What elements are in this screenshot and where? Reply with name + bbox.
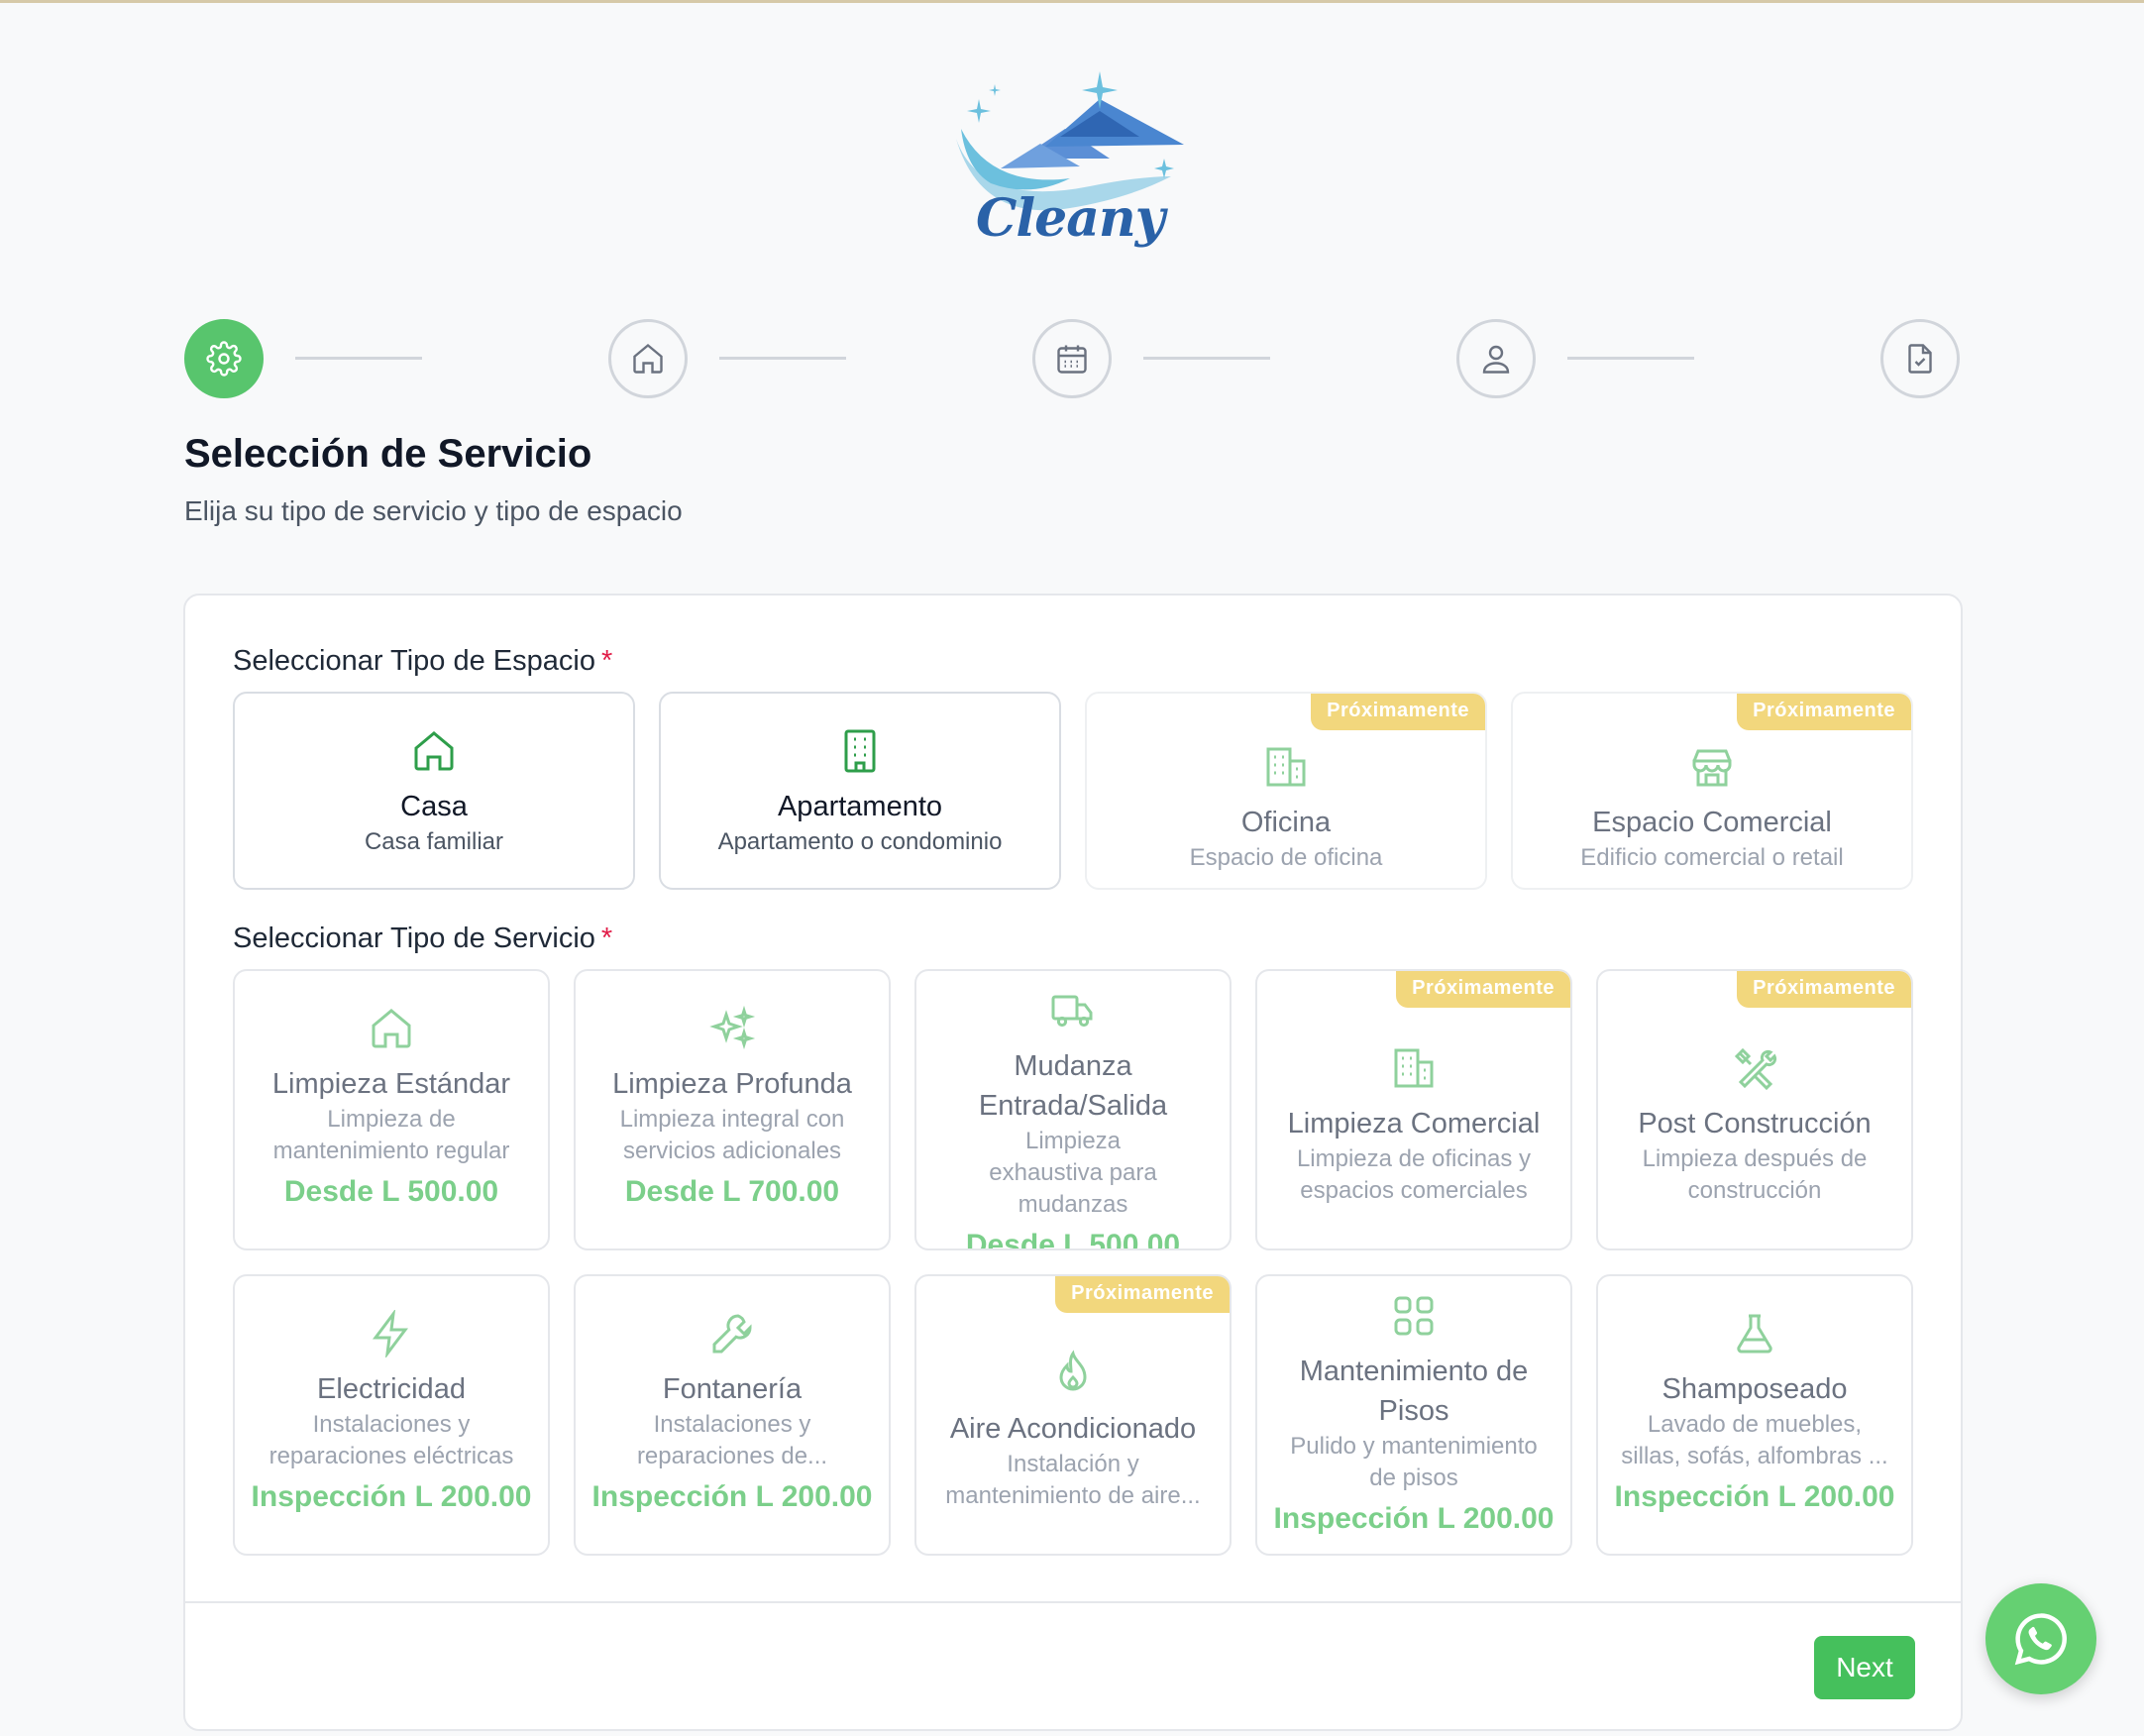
step-connector [295, 357, 422, 360]
whatsapp-button[interactable] [1985, 1583, 2096, 1694]
space-type-label: Seleccionar Tipo de Espacio * [233, 645, 612, 678]
lightning-icon [368, 1308, 415, 1359]
whatsapp-icon [2014, 1613, 2067, 1666]
home-icon [410, 727, 458, 775]
coming-soon-badge: Próximamente [1737, 694, 1911, 730]
service-option-price: Desde L 500.00 [283, 1175, 499, 1208]
step-property[interactable] [608, 319, 688, 398]
service-option-subtitle: Lavado de muebles, sillas, sofás, alfomb… [1621, 1411, 1888, 1469]
space-option-subtitle: Casa familiar [364, 828, 504, 855]
user-icon [1482, 345, 1510, 374]
coming-soon-badge: Próximamente [1311, 694, 1485, 730]
card-footer-divider [185, 1601, 1961, 1603]
service-option-subtitle: Limpieza de oficinas y espacios comercia… [1296, 1145, 1532, 1204]
service-option-price: Inspección L 200.00 [251, 1480, 532, 1513]
progress-stepper [184, 319, 1960, 398]
coming-soon-badge: Próximamente [1396, 971, 1570, 1008]
service-option-post-construccion[interactable]: Próximamente Post Construcción Limpieza … [1596, 969, 1913, 1250]
office-building-icon [1262, 743, 1310, 791]
service-selection-card: Seleccionar Tipo de Espacio * Casa Casa f… [183, 594, 1963, 1731]
gear-icon [206, 341, 242, 377]
step-connector [1143, 357, 1270, 360]
service-option-title: Electricidad [317, 1373, 466, 1405]
flame-icon [1049, 1350, 1097, 1397]
service-option-title: Post Construcción [1638, 1108, 1872, 1139]
step-service[interactable] [184, 319, 264, 398]
store-icon [1688, 743, 1736, 791]
next-button[interactable]: Next [1814, 1636, 1915, 1699]
space-option-subtitle: Apartamento o condominio [717, 828, 1003, 855]
flask-icon [1731, 1310, 1778, 1357]
page-subtitle: Elija su tipo de servicio y tipo de espa… [184, 495, 683, 526]
service-option-price: Desde L 500.00 [965, 1229, 1181, 1250]
sparkles-icon [708, 1005, 756, 1052]
service-option-title: Aire Acondicionado [949, 1413, 1197, 1445]
home-icon [633, 343, 663, 374]
service-option-mudanza[interactable]: Mudanza Entrada/Salida Limpieza exhausti… [914, 969, 1232, 1250]
space-option-title: Casa [400, 791, 468, 822]
service-option-title: Fontanería [662, 1373, 803, 1405]
service-option-subtitle: Instalación y mantenimiento de aire... [945, 1451, 1201, 1509]
service-option-aire-acondicionado[interactable]: Próximamente Aire Acondicionado Instalac… [914, 1274, 1232, 1556]
service-option-title: Shamposeado [1662, 1373, 1848, 1405]
service-option-title: Limpieza Comercial [1287, 1108, 1541, 1139]
service-option-price: Desde L 700.00 [624, 1175, 840, 1208]
service-option-mantenimiento-pisos[interactable]: Mantenimiento de Pisos Pulido y mantenim… [1255, 1274, 1572, 1556]
space-option-oficina[interactable]: Próximamente Oficina Espacio de oficina [1085, 692, 1487, 890]
service-option-subtitle: Limpieza después de construcción [1642, 1145, 1868, 1204]
service-option-electricidad[interactable]: Electricidad Instalaciones y reparacione… [233, 1274, 550, 1556]
home-icon [368, 1005, 415, 1052]
document-check-icon [1908, 344, 1932, 374]
cleany-logo: Cleany [941, 59, 1199, 277]
space-option-subtitle: Edificio comercial o retail [1580, 844, 1844, 871]
service-type-label-text: Seleccionar Tipo de Servicio [233, 922, 595, 954]
service-option-subtitle: Instalaciones y reparaciones de... [636, 1411, 828, 1469]
office-building-icon [1390, 1044, 1438, 1092]
step-connector [719, 357, 846, 360]
space-option-apartamento[interactable]: Apartamento Apartamento o condominio [659, 692, 1061, 890]
service-option-subtitle: Pulido y mantenimiento de pisos [1290, 1433, 1538, 1491]
space-option-subtitle: Espacio de oficina [1189, 844, 1383, 871]
service-option-price: Inspección L 200.00 [1273, 1502, 1554, 1535]
space-option-title: Apartamento [777, 791, 943, 822]
step-connector [1567, 357, 1694, 360]
service-option-subtitle: Limpieza exhaustiva para mudanzas [989, 1128, 1157, 1218]
service-option-fontaneria[interactable]: Fontanería Instalaciones y reparaciones … [574, 1274, 891, 1556]
step-schedule[interactable] [1032, 319, 1112, 398]
space-type-label-text: Seleccionar Tipo de Espacio [233, 645, 595, 677]
service-option-subtitle: Limpieza integral con servicios adiciona… [619, 1106, 845, 1164]
required-mark: * [600, 922, 613, 954]
service-option-shamposeado[interactable]: Shamposeado Lavado de muebles, sillas, s… [1596, 1274, 1913, 1556]
service-option-title: Mudanza Entrada/Salida [978, 1050, 1168, 1122]
step-confirm[interactable] [1880, 319, 1960, 398]
service-option-price: Inspección L 200.00 [591, 1480, 873, 1513]
grid-icon [1390, 1292, 1438, 1340]
step-contact[interactable] [1456, 319, 1536, 398]
service-option-price: Inspección L 200.00 [1614, 1480, 1895, 1513]
top-border-line [0, 0, 2144, 3]
space-option-title: Oficina [1240, 807, 1332, 838]
wrench-icon [708, 1310, 756, 1357]
building-icon [836, 727, 884, 775]
service-option-subtitle: Limpieza de mantenimiento regular [272, 1106, 510, 1164]
space-option-casa[interactable]: Casa Casa familiar [233, 692, 635, 890]
service-option-title: Mantenimiento de Pisos [1299, 1356, 1529, 1427]
service-option-limpieza-profunda[interactable]: Limpieza Profunda Limpieza integral con … [574, 969, 891, 1250]
logo-text: Cleany [976, 188, 1165, 249]
required-mark: * [600, 645, 613, 677]
coming-soon-badge: Próximamente [1055, 1276, 1230, 1313]
coming-soon-badge: Próximamente [1737, 971, 1911, 1008]
service-option-title: Limpieza Profunda [612, 1068, 852, 1100]
calendar-icon [1057, 345, 1087, 374]
service-option-title: Limpieza Estándar [271, 1068, 511, 1100]
service-type-label: Seleccionar Tipo de Servicio * [233, 922, 612, 955]
service-option-limpieza-comercial[interactable]: Próximamente Limpieza Comercial Limpieza… [1255, 969, 1572, 1250]
page-title: Selección de Servicio [184, 432, 592, 476]
truck-icon [1049, 987, 1097, 1034]
space-option-comercial[interactable]: Próximamente Espacio Comercial Edificio … [1511, 692, 1913, 890]
tools-icon [1731, 1044, 1778, 1092]
service-option-subtitle: Instalaciones y reparaciones eléctricas [268, 1411, 514, 1469]
service-option-limpieza-estandar[interactable]: Limpieza Estándar Limpieza de mantenimie… [233, 969, 550, 1250]
space-option-title: Espacio Comercial [1592, 807, 1832, 838]
